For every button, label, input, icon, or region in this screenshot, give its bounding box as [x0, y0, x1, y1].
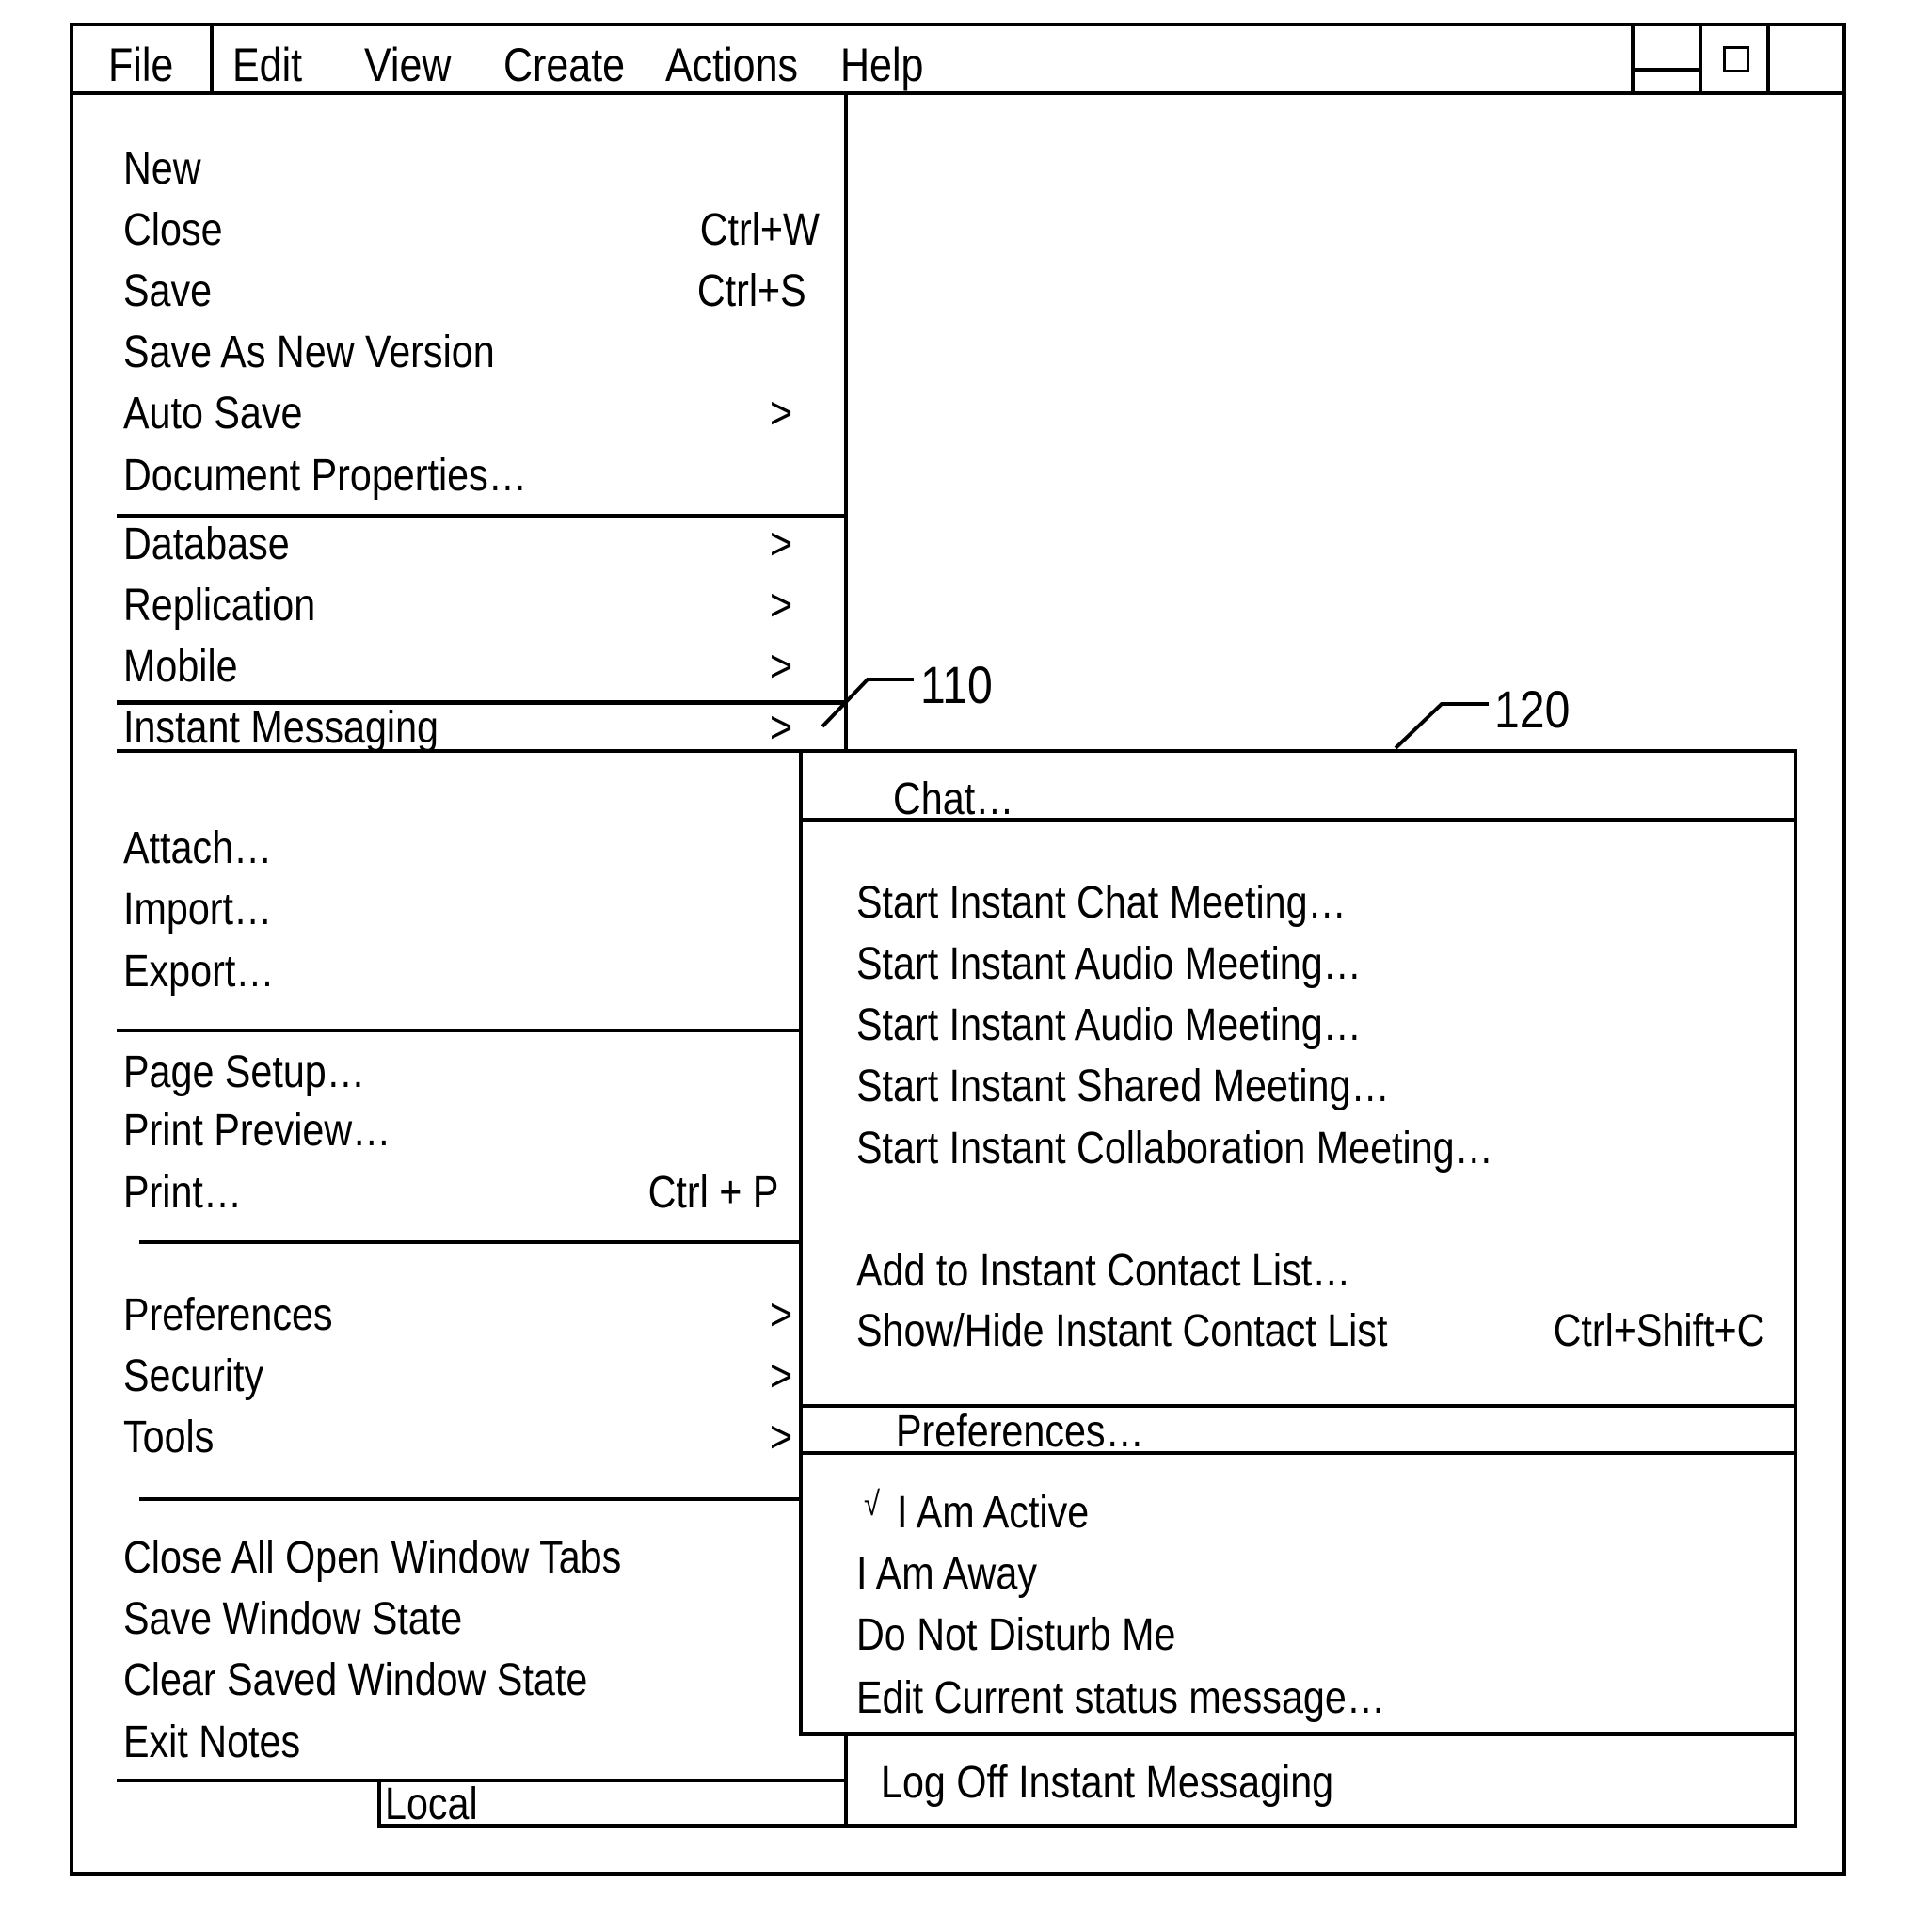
- callout-120-leader: [1394, 702, 1489, 750]
- callout-110-label: 110: [920, 655, 993, 714]
- callout-120-label: 120: [1494, 679, 1571, 739]
- callout-110-leader: [821, 678, 914, 728]
- callout-leaders: [821, 678, 1489, 750]
